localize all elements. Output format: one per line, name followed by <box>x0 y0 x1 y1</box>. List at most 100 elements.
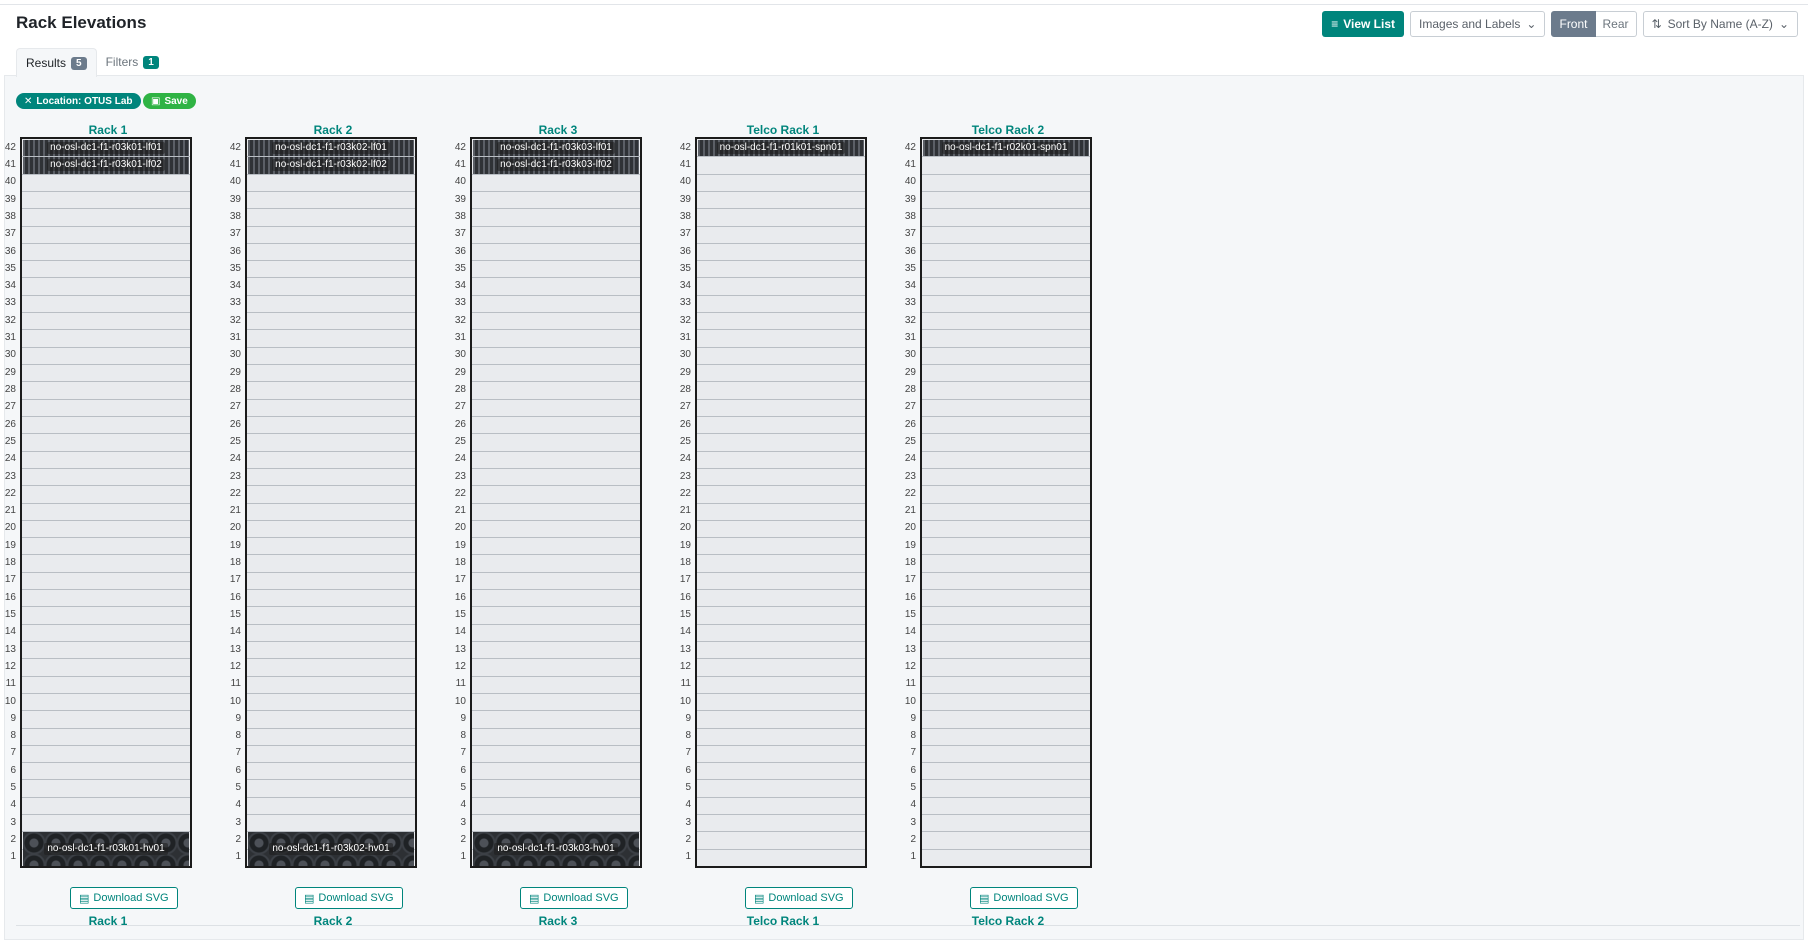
device-label: no-osl-dc1-f1-r03k01-lf01 <box>47 142 165 155</box>
rack-unit-number: 29 <box>454 366 466 378</box>
rack-unit-slot <box>22 519 190 521</box>
rack-unit-slot <box>697 796 865 798</box>
download-svg-button[interactable]: ▤ Download SVG <box>520 887 628 909</box>
rack-unit-slot <box>472 606 640 608</box>
rack-unit-slot <box>697 277 865 279</box>
rack-unit-number: 26 <box>904 418 916 430</box>
rack-unit-number: 21 <box>4 505 16 517</box>
rack-unit-number: 35 <box>679 262 691 274</box>
rack-unit-number: 18 <box>4 557 16 569</box>
rack-name-top[interactable]: Rack 3 <box>470 123 646 137</box>
rack-unit-slot <box>247 814 415 816</box>
rack-unit-slot <box>22 554 190 556</box>
rack-device[interactable]: no-osl-dc1-f1-r03k01-lf01 <box>23 140 189 157</box>
file-icon: ▤ <box>754 892 765 905</box>
rack-device[interactable]: no-osl-dc1-f1-r01k01-spn01 <box>698 140 864 157</box>
close-icon[interactable]: ✕ <box>24 96 32 107</box>
rack-column: Rack 2 42 41 40 39 38 37 36 35 34 33 32 31 30 29 28 27 26… <box>225 123 445 929</box>
rack-unit-number: 42 <box>679 141 691 153</box>
rack-unit-number: 17 <box>4 574 16 586</box>
rack-unit-number: 35 <box>4 262 16 274</box>
rack-unit-number: 26 <box>679 418 691 430</box>
display-mode-select[interactable]: Images and Labels ⌄ <box>1410 11 1546 37</box>
rack-unit-slot <box>247 762 415 764</box>
rack-unit-slot <box>697 294 865 296</box>
device-label: no-osl-dc1-f1-r02k01-spn01 <box>941 142 1071 155</box>
rack-unit-slot <box>472 779 640 781</box>
rack-unit-number: 1 <box>10 851 16 863</box>
download-svg-button[interactable]: ▤ Download SVG <box>970 887 1078 909</box>
rack-unit-slot <box>472 519 640 521</box>
rack-name-top[interactable]: Telco Rack 1 <box>695 123 871 137</box>
rack-unit-number: 41 <box>454 158 466 170</box>
rack-device[interactable]: no-osl-dc1-f1-r03k02-lf01 <box>248 140 414 157</box>
rack-device[interactable]: no-osl-dc1-f1-r03k03-hv01 <box>473 832 639 866</box>
rack-unit-number: 21 <box>454 505 466 517</box>
rack-unit-number: 37 <box>679 228 691 240</box>
rack-unit-number: 18 <box>904 557 916 569</box>
rack-unit-slot <box>697 364 865 366</box>
rack-column: Rack 1 42 41 40 39 38 37 36 35 34 33 32 31 30 29 28 27 26… <box>0 123 220 929</box>
rack-unit-slot <box>247 398 415 400</box>
front-button[interactable]: Front <box>1551 11 1596 37</box>
rack-unit-number: 20 <box>454 522 466 534</box>
rack-unit-number: 3 <box>460 816 466 828</box>
rack-unit-number: 29 <box>904 366 916 378</box>
rack-device[interactable]: no-osl-dc1-f1-r03k03-lf01 <box>473 140 639 157</box>
rack-unit-number: 20 <box>229 522 241 534</box>
rack-unit-slot <box>247 640 415 642</box>
rack-unit-number: 33 <box>679 297 691 309</box>
rack-device[interactable]: no-osl-dc1-f1-r03k02-hv01 <box>248 832 414 866</box>
rack-unit-slot <box>247 433 415 435</box>
download-svg-button[interactable]: ▤ Download SVG <box>745 887 853 909</box>
rack-name-top[interactable]: Telco Rack 2 <box>920 123 1096 137</box>
download-svg-button[interactable]: ▤ Download SVG <box>70 887 178 909</box>
rack-unit-number: 41 <box>4 158 16 170</box>
download-svg-button[interactable]: ▤ Download SVG <box>295 887 403 909</box>
rack-device[interactable]: no-osl-dc1-f1-r03k01-hv01 <box>23 832 189 866</box>
tab-filters[interactable]: Filters 1 <box>97 48 168 76</box>
sort-select[interactable]: ⇅ Sort By Name (A-Z) ⌄ <box>1642 11 1798 37</box>
location-filter-chip[interactable]: ✕ Location: OTUS Lab <box>16 93 141 109</box>
rack-device[interactable]: no-osl-dc1-f1-r03k01-lf02 <box>23 157 189 174</box>
rack-unit-slot <box>922 485 1090 487</box>
rack-unit-slot <box>472 277 640 279</box>
rack-unit-number: 16 <box>904 591 916 603</box>
rack-unit-slot <box>697 225 865 227</box>
rack-unit-slot <box>472 537 640 539</box>
rack-device[interactable]: no-osl-dc1-f1-r02k01-spn01 <box>923 140 1089 157</box>
rack-name-top[interactable]: Rack 1 <box>20 123 196 137</box>
rack-unit-number: 27 <box>4 401 16 413</box>
rack-unit-number: 30 <box>679 349 691 361</box>
rack-unit-number: 30 <box>229 349 241 361</box>
tab-results[interactable]: Results 5 <box>16 48 97 77</box>
rack-unit-slot <box>922 779 1090 781</box>
rack-unit-slot <box>922 225 1090 227</box>
rack-unit-slot <box>247 779 415 781</box>
rack-unit-number: 1 <box>685 851 691 863</box>
rack-unit-slot <box>22 744 190 746</box>
rack-unit-number: 24 <box>904 453 916 465</box>
rack-unit-slot <box>472 710 640 712</box>
rack-unit-number: 30 <box>904 349 916 361</box>
rack-unit-slot <box>472 225 640 227</box>
toolbar: ≡ View List Images and Labels ⌄ Front Re… <box>1322 11 1798 37</box>
save-filter-button[interactable]: ▣ Save <box>143 93 196 109</box>
rack-unit-number: 36 <box>229 245 241 257</box>
rear-button[interactable]: Rear <box>1595 11 1637 37</box>
rack-unit-slot <box>22 433 190 435</box>
rack-device[interactable]: no-osl-dc1-f1-r03k02-lf02 <box>248 157 414 174</box>
rack-unit-number: 15 <box>679 609 691 620</box>
rack-unit-number: 31 <box>679 332 691 344</box>
rack-unit-number: 15 <box>229 609 241 620</box>
rack-unit-slot <box>472 796 640 798</box>
rack-name-top[interactable]: Rack 2 <box>245 123 421 137</box>
rack-unit-number: 10 <box>4 695 16 707</box>
rack-unit-number: 15 <box>454 609 466 620</box>
rack-device[interactable]: no-osl-dc1-f1-r03k03-lf02 <box>473 157 639 174</box>
rack-unit-number: 6 <box>910 764 916 776</box>
rack-unit-slot <box>472 173 640 175</box>
rack-unit-number: 8 <box>460 730 466 742</box>
view-list-button[interactable]: ≡ View List <box>1322 11 1405 37</box>
rack-unit-slot <box>922 381 1090 383</box>
